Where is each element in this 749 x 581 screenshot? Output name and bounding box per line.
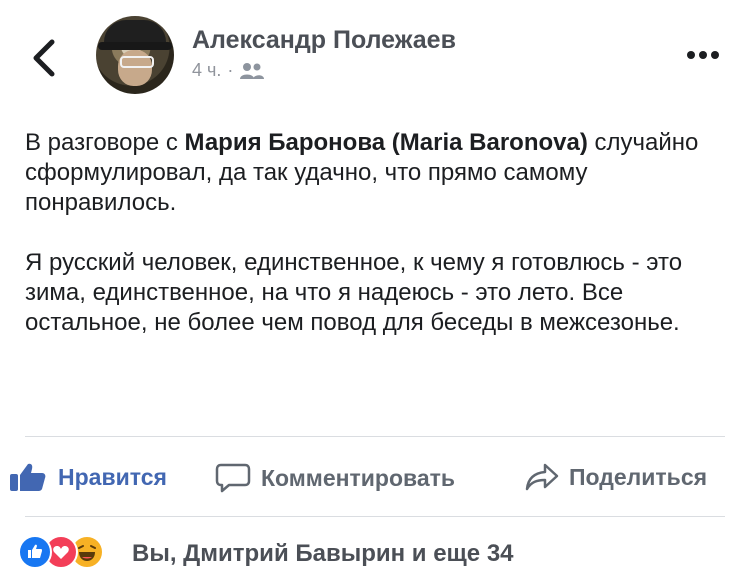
- reaction-icons[interactable]: [18, 535, 104, 569]
- meta-separator: ·: [227, 60, 234, 80]
- post-actions: Нравится Комментировать Поделиться: [0, 452, 749, 502]
- divider-top: [25, 436, 725, 437]
- mention-link[interactable]: Мария Баронова (Maria Baronova): [185, 129, 588, 156]
- like-button[interactable]: Нравится: [8, 462, 167, 492]
- comment-button[interactable]: Комментировать: [215, 462, 455, 494]
- post-meta: 4 ч. ·: [192, 60, 265, 81]
- share-label: Поделиться: [569, 463, 708, 490]
- divider-bottom: [25, 516, 725, 517]
- avatar-hat-brim: [98, 42, 172, 50]
- share-icon: [525, 463, 559, 491]
- comment-label: Комментировать: [261, 464, 456, 491]
- post-text-prefix: В разговоре с: [25, 129, 185, 156]
- comment-icon: [215, 463, 251, 493]
- post-body: В разговоре с Мария Баронова (Maria Baro…: [25, 128, 725, 338]
- thumbs-up-icon: [10, 463, 46, 491]
- post-time[interactable]: 4 ч.: [192, 60, 221, 81]
- post-header: Александр Полежаев 4 ч. ·: [0, 0, 749, 110]
- like-label: Нравится: [58, 463, 167, 490]
- avatar[interactable]: [96, 16, 174, 94]
- share-button[interactable]: Поделиться: [525, 462, 707, 492]
- reactions-summary[interactable]: Вы, Дмитрий Бавырин и еще 34: [132, 540, 514, 568]
- like-icon: [18, 535, 52, 569]
- ellipsis-icon[interactable]: [686, 50, 720, 60]
- avatar-glasses: [120, 56, 154, 68]
- post-paragraph-1: В разговоре с Мария Баронова (Maria Baro…: [25, 128, 725, 218]
- chevron-left-icon[interactable]: [28, 38, 62, 78]
- author-name[interactable]: Александр Полежаев: [192, 26, 456, 55]
- friends-icon: [240, 62, 265, 79]
- post-paragraph-2: Я русский человек, единственное, к чему …: [25, 249, 683, 336]
